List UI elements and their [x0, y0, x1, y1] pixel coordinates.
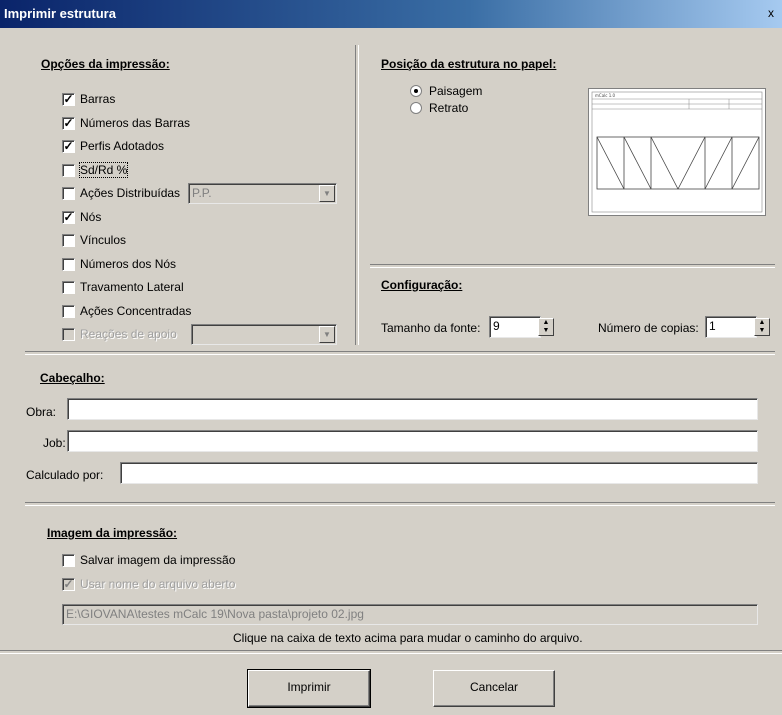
save-image-label: Salvar imagem da impressão	[80, 553, 236, 567]
print-option-label: Números das Barras	[80, 116, 191, 130]
font-size-input[interactable]: 9	[489, 316, 541, 338]
print-button[interactable]: Imprimir	[247, 669, 371, 708]
cancel-button[interactable]: Cancelar	[433, 670, 555, 707]
print-option-label: Reações de apoio	[80, 327, 177, 341]
config-divider	[370, 264, 775, 268]
obra-label: Obra:	[26, 405, 57, 419]
structure-preview-drawing: mCalc 1.0	[591, 91, 763, 213]
print-option-checkbox[interactable]	[62, 258, 75, 271]
print-option-checkbox[interactable]	[62, 164, 75, 177]
print-option-checkbox[interactable]	[62, 234, 75, 247]
job-input[interactable]	[67, 430, 758, 452]
radio-retrato-label: Retrato	[429, 101, 469, 115]
copies-input[interactable]: 1	[705, 316, 757, 338]
position-title: Posição da estrutura no papel:	[381, 57, 557, 71]
print-option-label: Ações Distribuídas	[80, 186, 181, 200]
print-option-label: Perfis Adotados	[80, 139, 165, 153]
use-name-checkbox[interactable]: ✓	[62, 578, 75, 591]
preview-header-text: mCalc 1.0	[595, 93, 616, 98]
print-option-checkbox[interactable]	[62, 187, 75, 200]
buttons-divider	[0, 650, 782, 654]
print-option-select[interactable]	[191, 324, 337, 345]
image-divider	[25, 502, 775, 506]
title-bar[interactable]: Imprimir estrutura	[0, 0, 782, 28]
save-image-checkbox[interactable]	[62, 554, 75, 567]
radio-dot	[414, 89, 418, 93]
header-title: Cabeçalho:	[40, 371, 105, 385]
radio-retrato[interactable]	[410, 102, 422, 114]
image-title: Imagem da impressão:	[47, 526, 178, 540]
chevron-down-icon[interactable]: ▼	[319, 185, 335, 202]
radio-paisagem[interactable]	[410, 85, 422, 97]
print-option-label: Barras	[80, 92, 116, 106]
spin-down-icon[interactable]: ▼	[539, 327, 553, 335]
print-option-checkbox[interactable]: ✓	[62, 93, 75, 106]
header-divider	[25, 351, 775, 355]
print-option-checkbox[interactable]	[62, 328, 75, 341]
print-option-label: Travamento Lateral	[80, 280, 184, 294]
print-option-checkbox[interactable]: ✓	[62, 117, 75, 130]
print-option-select[interactable]: P.P.	[188, 183, 337, 204]
use-name-label: Usar nome do arquivo aberto	[80, 577, 236, 591]
spin-up-icon[interactable]: ▲	[755, 319, 769, 327]
print-option-checkbox[interactable]	[62, 281, 75, 294]
font-size-spinner[interactable]: ▲ ▼	[538, 318, 554, 336]
calc-input[interactable]	[120, 462, 758, 484]
radio-paisagem-label: Paisagem	[429, 84, 483, 98]
path-hint: Clique na caixa de texto acima para muda…	[233, 631, 583, 645]
print-option-checkbox[interactable]: ✓	[62, 140, 75, 153]
vertical-divider	[355, 45, 359, 345]
image-path-input[interactable]: E:\GIOVANA\testes mCalc 19\Nova pasta\pr…	[62, 604, 758, 625]
chevron-down-icon[interactable]: ▼	[319, 326, 335, 343]
preview-border	[591, 91, 763, 213]
copies-spinner[interactable]: ▲ ▼	[754, 318, 770, 336]
print-option-checkbox[interactable]	[62, 305, 75, 318]
close-button[interactable]: x	[768, 6, 780, 20]
print-option-label: Nós	[80, 210, 102, 224]
calc-label: Calculado por:	[26, 468, 104, 482]
config-title: Configuração:	[381, 278, 463, 292]
copies-label: Número de copias:	[598, 321, 699, 335]
obra-input[interactable]	[67, 398, 758, 420]
print-option-label: Ações Concentradas	[80, 304, 192, 318]
page-preview: mCalc 1.0	[588, 88, 766, 216]
font-size-label: Tamanho da fonte:	[381, 321, 481, 335]
print-option-label: Sd/Rd %	[78, 162, 129, 178]
job-label: Job:	[43, 436, 66, 450]
print-options-title: Opções da impressão:	[41, 57, 170, 71]
window-title: Imprimir estrutura	[4, 6, 116, 21]
spin-up-icon[interactable]: ▲	[539, 319, 553, 327]
spin-down-icon[interactable]: ▼	[755, 327, 769, 335]
print-option-label: Números dos Nós	[80, 257, 177, 271]
print-option-label: Vínculos	[80, 233, 127, 247]
print-option-checkbox[interactable]: ✓	[62, 211, 75, 224]
